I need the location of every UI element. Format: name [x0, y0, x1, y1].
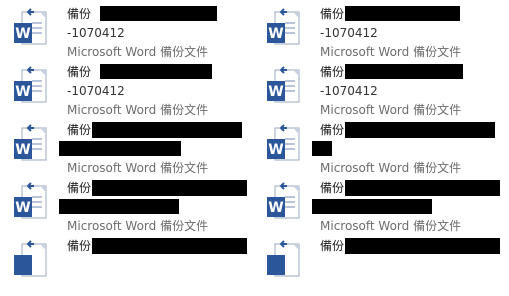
file-name: 備份 — [320, 181, 345, 195]
file-name: 備份 — [67, 7, 92, 21]
file-name-suffix: -1070412 — [320, 26, 378, 40]
file-item[interactable]: W 備份 Microsoft Word 備份文件 — [12, 180, 252, 238]
file-name-suffix: -1070412 — [320, 84, 378, 98]
redaction-bar — [345, 122, 495, 138]
file-item[interactable]: 備份 — [265, 238, 505, 296]
word-document-icon: W — [14, 182, 47, 219]
file-item[interactable]: W 備份 -1070412 Microsoft Word 備份文件 — [12, 6, 242, 64]
svg-text:W: W — [15, 142, 30, 158]
file-name: 備份 — [67, 65, 92, 79]
file-item[interactable]: W 備份 -1070412 Microsoft Word 備份文件 — [265, 64, 500, 122]
file-name: 備份 — [320, 65, 345, 79]
file-type: Microsoft Word 備份文件 — [67, 103, 209, 117]
svg-text:W: W — [268, 142, 283, 158]
redaction-bar — [100, 6, 217, 21]
redaction-bar — [59, 141, 181, 156]
file-item[interactable]: W 備份 Microsoft Word 備份文件 — [265, 122, 500, 180]
file-type: Microsoft Word 備份文件 — [320, 103, 462, 117]
word-document-icon: W — [14, 124, 47, 161]
file-name: 備份 — [67, 181, 92, 195]
file-name-suffix: -1070412 — [67, 26, 125, 40]
word-document-icon: W — [267, 8, 300, 45]
redaction-bar — [312, 199, 432, 214]
svg-text:W: W — [15, 200, 30, 216]
file-item[interactable]: W 備份 -1070412 Microsoft Word 備份文件 — [12, 64, 242, 122]
redaction-bar — [312, 141, 332, 156]
redaction-bar — [92, 238, 247, 254]
file-type: Microsoft Word 備份文件 — [320, 219, 462, 233]
redaction-bar — [345, 238, 500, 254]
file-item[interactable]: W 備份 Microsoft Word 備份文件 — [265, 180, 505, 238]
file-name: 備份 — [320, 7, 345, 21]
file-name: 備份 — [67, 239, 92, 253]
file-grid: W 備份 -1070412 Microsoft Word 備份文件 W 備份 -… — [0, 0, 509, 277]
file-name: 備份 — [67, 123, 92, 137]
word-document-icon — [14, 240, 47, 277]
file-name: 備份 — [320, 123, 345, 137]
file-type: Microsoft Word 備份文件 — [67, 161, 209, 175]
svg-text:W: W — [268, 84, 283, 100]
redaction-bar — [92, 122, 242, 138]
word-document-icon: W — [14, 8, 47, 45]
word-document-icon: W — [267, 66, 300, 103]
word-document-icon: W — [267, 182, 300, 219]
file-type: Microsoft Word 備份文件 — [320, 45, 462, 59]
word-document-icon — [267, 240, 300, 277]
svg-text:W: W — [268, 200, 283, 216]
file-name-suffix: -1070412 — [67, 84, 125, 98]
file-item[interactable]: W 備份 Microsoft Word 備份文件 — [12, 122, 252, 180]
file-item[interactable]: W 備份 -1070412 Microsoft Word 備份文件 — [265, 6, 500, 64]
file-item[interactable]: 備份 — [12, 238, 252, 296]
word-document-icon: W — [14, 66, 47, 103]
redaction-bar — [100, 64, 212, 79]
redaction-bar — [92, 180, 247, 196]
redaction-bar — [345, 6, 460, 21]
redaction-bar — [345, 64, 463, 79]
redaction-bar — [345, 180, 500, 196]
svg-text:W: W — [15, 84, 30, 100]
svg-text:W: W — [15, 26, 30, 42]
file-type: Microsoft Word 備份文件 — [320, 161, 462, 175]
file-type: Microsoft Word 備份文件 — [67, 45, 209, 59]
file-type: Microsoft Word 備份文件 — [67, 219, 209, 233]
file-name: 備份 — [320, 239, 345, 253]
redaction-bar — [59, 199, 179, 214]
word-document-icon: W — [267, 124, 300, 161]
svg-text:W: W — [268, 26, 283, 42]
